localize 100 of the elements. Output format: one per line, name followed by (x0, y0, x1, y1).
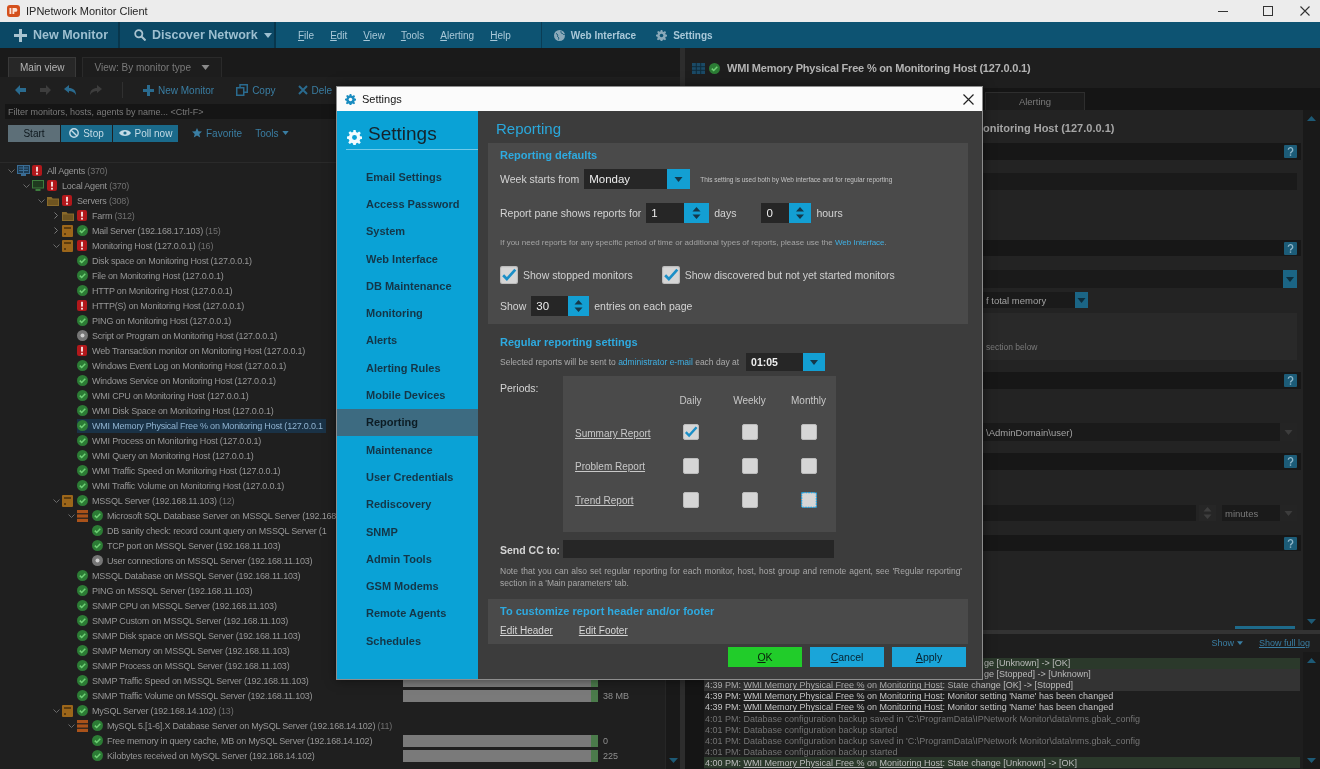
menu-item[interactable]: Edit (330, 29, 348, 41)
nav-item[interactable]: Rediscovery (337, 490, 478, 518)
nav-item[interactable]: Access Password (337, 190, 478, 218)
tree-item[interactable]: PING on Monitoring Host (127.0.0.1) (77, 313, 235, 328)
nav-item[interactable]: Maintenance (337, 435, 478, 464)
scroll-down-icon[interactable] (668, 758, 678, 763)
filter-field[interactable]: Filter monitors, hosts, agents by name... <Ctrl-F> (5, 104, 336, 119)
favorite-button[interactable]: Favorite (192, 127, 243, 139)
tree-item[interactable]: MySQL 5.[1-6].X Database Server on MySQL Server (192.168.14.102) (11) (77, 718, 396, 733)
close-icon[interactable] (963, 93, 974, 105)
tree-item[interactable]: SNMP Memory on MSSQL Server (192.168.11.103) (77, 643, 293, 658)
web-interface-button[interactable]: Web Interface (553, 29, 637, 41)
dropdown[interactable]: f total memory (983, 292, 1088, 308)
nav-item[interactable]: System (337, 217, 478, 245)
help-icon[interactable] (1284, 241, 1297, 255)
nav-item[interactable]: Reporting (337, 408, 478, 436)
full-log-link[interactable]: Show full log (1258, 638, 1310, 648)
nav-item[interactable]: Admin Tools (337, 545, 478, 573)
tree-item[interactable]: TCP port on MSSQL Server (192.168.11.103) (92, 538, 284, 553)
caret-icon[interactable] (1075, 292, 1088, 308)
tree-item[interactable]: SNMP Traffic Speed on MSSQL Server (192.168.11.103) (77, 673, 312, 688)
view-tab[interactable]: Main view (8, 57, 77, 77)
checkbox[interactable] (800, 492, 817, 508)
checkbox[interactable] (741, 424, 758, 440)
tree-item[interactable]: Windows Event Log on Monitoring Host (127.0.0.1) (77, 358, 289, 373)
web-interface-link[interactable]: Web Interface (834, 238, 885, 247)
text-field[interactable] (983, 173, 1297, 190)
admin-email-link[interactable]: administrator e-mail (618, 357, 693, 367)
report-link[interactable]: Problem Report (575, 460, 646, 472)
log-link[interactable]: Monitoring Host (879, 702, 943, 713)
tree-item[interactable]: Disk space on Monitoring Host (127.0.0.1) (77, 253, 255, 268)
nav-item[interactable]: Mobile Devices (337, 381, 478, 409)
time-dropdown[interactable]: 01:05 (746, 353, 804, 371)
new-monitor-button[interactable]: New Monitor (0, 22, 120, 48)
chevron-right-icon[interactable] (54, 212, 58, 219)
dropdown[interactable]: \AdminDomain\user) (983, 423, 1297, 441)
show-filter-link[interactable]: Show (1211, 638, 1243, 648)
panel-tab[interactable]: Alerting (985, 92, 1085, 110)
ok-button[interactable]: OK (728, 647, 802, 667)
chevron-down-icon[interactable] (52, 708, 60, 713)
delete-button[interactable]: Dele (297, 84, 333, 96)
nav-item[interactable]: Monitoring (337, 299, 478, 327)
menu-item[interactable]: Help (490, 29, 511, 41)
spin-arrows-icon[interactable] (684, 203, 710, 223)
chevron-down-icon[interactable] (67, 723, 75, 728)
number-field[interactable]: 0 (761, 203, 790, 223)
tree-item[interactable]: Free memory in query cache, MB on MySQL Server (192.168.14.102) (92, 733, 376, 748)
nav-item[interactable]: Alerts (337, 326, 478, 355)
nav-item[interactable]: Web Interface (337, 244, 478, 273)
tree-item[interactable]: Kilobytes received on MySQL Server (192.168.14.102) (92, 748, 318, 763)
discover-network-button[interactable]: Discover Network (120, 22, 276, 48)
minimize-icon[interactable] (1217, 10, 1228, 12)
tools-menu-button[interactable]: Tools (255, 127, 290, 139)
checkbox[interactable] (682, 492, 699, 508)
tree-item[interactable]: Microsoft SQL Database Server on MSSQL Server (192.168 (77, 508, 340, 523)
checkbox[interactable] (682, 424, 699, 440)
tree-item[interactable]: Windows Service on Monitoring Host (127.0.0.1) (77, 373, 279, 388)
tree-item[interactable]: HTTP on Monitoring Host (127.0.0.1) (77, 283, 236, 298)
dialog-button[interactable]: Apply (892, 647, 966, 667)
tree-item[interactable]: All Agents (370) (17, 163, 111, 178)
log-link[interactable]: WMI Memory Physical Free % (743, 691, 865, 702)
nav-item[interactable]: Alerting Rules (337, 354, 478, 382)
edit-link[interactable]: Edit Footer (578, 625, 628, 636)
text-field[interactable] (983, 505, 1196, 521)
tree-item[interactable]: SNMP Process on MSSQL Server (192.168.11.103) (77, 658, 293, 673)
help-icon[interactable] (1284, 374, 1297, 387)
checkbox[interactable] (800, 458, 817, 474)
tree-item[interactable]: Mail Server (192.168.17.103) (15) (62, 223, 224, 238)
chevron-down-icon[interactable] (67, 513, 75, 518)
tree-item[interactable]: Local Agent (370) (32, 178, 133, 193)
checkbox[interactable] (661, 266, 680, 284)
log-link[interactable]: WMI Memory Physical Free % (743, 757, 865, 768)
scroll-down-icon[interactable] (1307, 619, 1316, 624)
tree-item[interactable]: MySQL Server (192.168.14.102) (13) (62, 703, 237, 718)
arrow-left-icon[interactable] (14, 84, 27, 96)
chevron-down-icon[interactable] (22, 183, 30, 188)
checkbox[interactable] (800, 424, 817, 440)
nav-item[interactable]: Remote Agents (337, 599, 478, 628)
start-button[interactable]: Start (8, 124, 60, 142)
tree-item[interactable]: SNMP Custom on MSSQL Server (192.168.11.103) (77, 613, 292, 628)
tree-item[interactable]: Servers (308) (47, 193, 132, 208)
checkbox[interactable] (500, 266, 518, 284)
tree-item[interactable]: WMI Traffic Speed on Monitoring Host (127.0.0.1) (77, 463, 284, 478)
menu-item[interactable]: File (298, 29, 315, 41)
dropdown[interactable] (983, 270, 1297, 288)
edit-link[interactable]: Edit Header (500, 625, 553, 636)
tree-item[interactable]: WMI Process on Monitoring Host (127.0.0.1) (77, 433, 265, 448)
number-field[interactable]: 30 (531, 296, 569, 316)
nav-item[interactable]: User Credentials (337, 463, 478, 491)
chevron-down-icon[interactable] (7, 168, 15, 173)
tree-item[interactable]: MSSQL Database on MSSQL Server (192.168.11.103) (77, 568, 304, 583)
close-icon[interactable] (1300, 6, 1310, 16)
tree-item[interactable]: File on Monitoring Host (127.0.0.1) (77, 268, 227, 283)
tree-item[interactable]: SNMP CPU on MSSQL Server (192.168.11.103) (77, 598, 280, 613)
undo-icon[interactable] (64, 84, 77, 96)
scroll-up-icon[interactable] (1307, 658, 1316, 663)
tree-item[interactable]: User connections on MSSQL Server (192.168.11.103) (92, 553, 316, 568)
settings-button[interactable]: Settings (656, 29, 713, 41)
scroll-down-icon[interactable] (1307, 758, 1316, 763)
copy-button[interactable]: Copy (236, 84, 276, 96)
